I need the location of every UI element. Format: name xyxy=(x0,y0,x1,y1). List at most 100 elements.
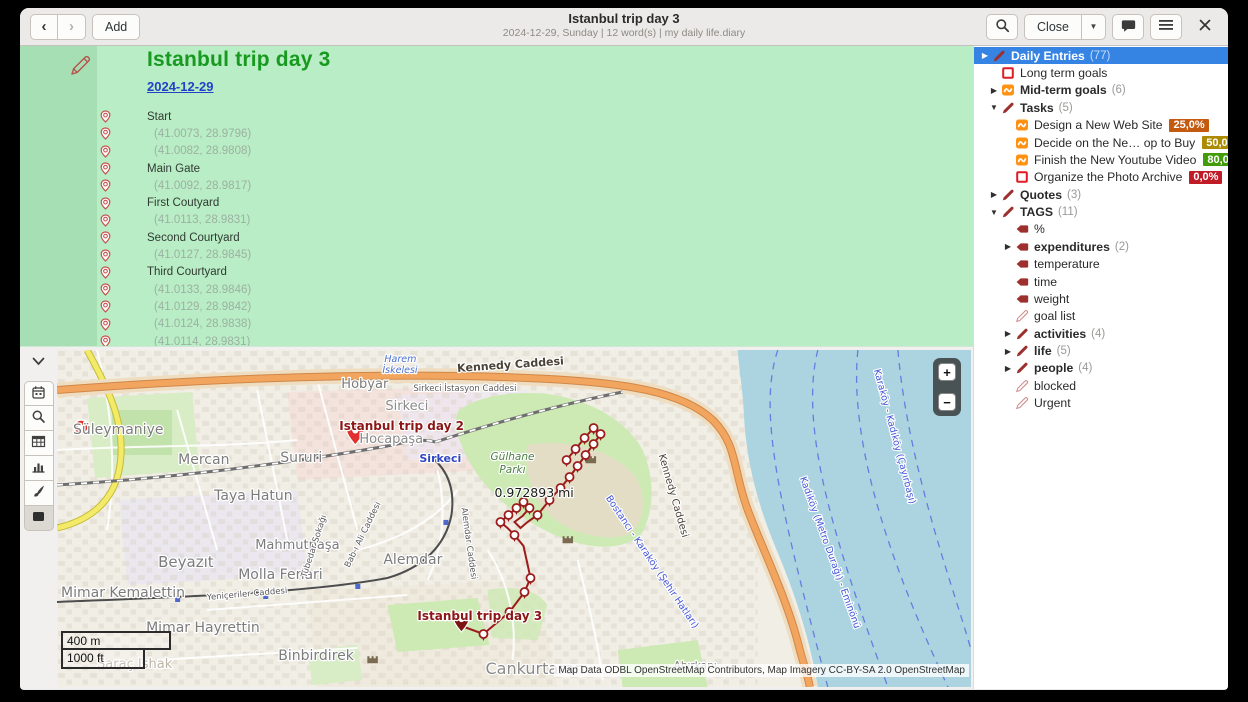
wave-icon xyxy=(1001,83,1016,97)
tag-icon xyxy=(1015,275,1030,289)
paint-icon xyxy=(31,484,46,502)
tree-item-label: Decide on the Ne… op to Buy xyxy=(1034,136,1195,150)
add-button[interactable]: Add xyxy=(92,14,140,40)
tree-item-label: Organize the Photo Archive xyxy=(1034,170,1182,184)
tree-item-tags[interactable]: ▼TAGS(11) xyxy=(983,203,1228,220)
entry-row[interactable]: (41.0113, 28.9831) xyxy=(100,212,965,229)
svg-text:Hocapaşa: Hocapaşa xyxy=(359,432,423,447)
tree-item-label: life xyxy=(1034,344,1052,358)
tree-item-finish-the-new-youtube-video[interactable]: Finish the New Youtube Video80,0% xyxy=(983,151,1228,168)
expander-icon[interactable]: ▶ xyxy=(987,86,1001,95)
tree-item-blocked[interactable]: blocked xyxy=(983,377,1228,394)
tree-item-time[interactable]: time xyxy=(983,273,1228,290)
collapse-panel-button[interactable] xyxy=(26,351,52,371)
entry-row[interactable]: (41.0124, 28.9838) xyxy=(100,316,965,333)
tree-item-design-a-new-web-site[interactable]: Design a New Web Site25,0% xyxy=(983,117,1228,134)
close-entry-button[interactable]: Close xyxy=(1024,14,1082,40)
entry-row[interactable]: (41.0082, 28.9808) xyxy=(100,143,965,160)
entry-row[interactable]: Start xyxy=(100,108,965,125)
pencil-icon xyxy=(1015,327,1030,341)
entry-text: (41.0133, 28.9846) xyxy=(154,284,251,296)
entry-list: Start(41.0073, 28.9796)(41.0082, 28.9808… xyxy=(100,108,965,347)
diary-editor[interactable]: Istanbul trip day 3 2024-12-29 Start(41.… xyxy=(20,46,973,347)
entry-row[interactable]: (41.0114, 28.9831) xyxy=(100,333,965,347)
expander-icon[interactable]: ▶ xyxy=(978,51,992,60)
tree-item-organize-the-photo-archive[interactable]: Organize the Photo Archive0,0% xyxy=(983,169,1228,186)
tree-item-mid-term-goals[interactable]: ▶Mid-term goals(6) xyxy=(983,82,1228,99)
item-count: (3) xyxy=(1067,189,1081,201)
item-count: (11) xyxy=(1058,206,1078,218)
tree-item-people[interactable]: ▶people(4) xyxy=(983,360,1228,377)
map-pin-icon xyxy=(100,179,111,192)
tree-item-tasks[interactable]: ▼Tasks(5) xyxy=(983,99,1228,116)
search-tool-button[interactable] xyxy=(24,406,54,431)
entry-row[interactable]: Second Courtyard xyxy=(100,229,965,246)
tree-item-decide-on-the-ne-op-to-buy[interactable]: Decide on the Ne… op to Buy 50,0% xyxy=(983,134,1228,151)
tree-item-urgent[interactable]: Urgent xyxy=(983,395,1228,412)
menu-button[interactable] xyxy=(1150,14,1182,40)
svg-text:Sirkeci: Sirkeci xyxy=(419,452,461,465)
tree-item-label: Quotes xyxy=(1020,188,1062,202)
zoom-out-button[interactable]: − xyxy=(938,393,956,411)
progress-badge: 50,0% xyxy=(1202,136,1228,149)
map-canvas[interactable]: Kennedy CaddesiHaremİskelesiHobyarSirkec… xyxy=(57,350,971,687)
tree-item-label: goal list xyxy=(1034,309,1075,323)
svg-text:Sururi: Sururi xyxy=(280,450,322,466)
bottom-panel: Kennedy CaddesiHaremİskelesiHobyarSirkec… xyxy=(20,347,973,689)
tree-item-[interactable]: % xyxy=(983,221,1228,238)
tree-item-label: weight xyxy=(1034,292,1069,306)
svg-text:Parkı: Parkı xyxy=(499,464,525,476)
tree-item-quotes[interactable]: ▶ Quotes (3) xyxy=(983,186,1228,203)
expander-icon[interactable]: ▶ xyxy=(1001,347,1015,356)
tag-icon xyxy=(1015,240,1030,254)
pencil-o-icon xyxy=(1015,379,1030,393)
tree-item-goal-list[interactable]: goal list xyxy=(983,308,1228,325)
entry-row[interactable]: (41.0127, 28.9845) xyxy=(100,246,965,263)
expander-icon[interactable]: ▶ xyxy=(987,190,1001,199)
calendar-tool-button[interactable] xyxy=(24,381,54,406)
tree-item-life[interactable]: ▶life(5) xyxy=(983,342,1228,359)
search-button[interactable] xyxy=(986,14,1018,40)
back-button[interactable]: ‹ xyxy=(30,14,58,40)
entry-row[interactable]: (41.0133, 28.9846) xyxy=(100,281,965,298)
expander-icon[interactable]: ▶ xyxy=(1001,364,1015,373)
table-tool-button[interactable] xyxy=(24,431,54,456)
map-attribution: Map Data ODBL OpenStreetMap Contributors… xyxy=(554,664,969,677)
svg-text:Hobyar: Hobyar xyxy=(341,377,389,392)
chevron-down-icon xyxy=(32,354,45,369)
chart-icon xyxy=(31,459,46,477)
window-close-button[interactable] xyxy=(1192,14,1218,40)
pencil-icon xyxy=(1001,205,1016,219)
pencil-o-icon xyxy=(1015,396,1030,410)
entry-row[interactable]: (41.0092, 28.9817) xyxy=(100,177,965,194)
expander-icon[interactable]: ▶ xyxy=(1001,242,1015,251)
tree-item-label: expenditures xyxy=(1034,240,1110,254)
svg-text:0.972893 mi: 0.972893 mi xyxy=(494,485,573,500)
entry-row[interactable]: First Coutyard xyxy=(100,194,965,211)
forward-button[interactable]: › xyxy=(58,14,86,40)
svg-text:Gülhane: Gülhane xyxy=(491,451,535,463)
tree-item-expenditures[interactable]: ▶expenditures(2) xyxy=(983,238,1228,255)
tag-bubble-button[interactable] xyxy=(1112,14,1144,40)
entry-row[interactable]: Third Courtyard xyxy=(100,264,965,281)
tree-item-temperature[interactable]: temperature xyxy=(983,256,1228,273)
close-dropdown-button[interactable]: ▼ xyxy=(1082,14,1106,40)
entry-row[interactable]: Main Gate xyxy=(100,160,965,177)
tree-item-daily-entries[interactable]: ▶Daily Entries(77) xyxy=(974,47,1228,64)
chart-tool-button[interactable] xyxy=(24,456,54,481)
diary-tree-panel: ▶Daily Entries(77)Long term goals▶Mid-te… xyxy=(973,46,1228,689)
expander-icon[interactable]: ▼ xyxy=(987,103,1001,112)
tree-item-label: Finish the New Youtube Video xyxy=(1034,153,1196,167)
tree-item-activities[interactable]: ▶activities(4) xyxy=(983,325,1228,342)
expander-icon[interactable]: ▼ xyxy=(987,208,1001,217)
paint-tool-button[interactable] xyxy=(24,481,54,506)
expander-icon[interactable]: ▶ xyxy=(1001,329,1015,338)
editor-gutter xyxy=(20,46,97,346)
tree-item-long-term-goals[interactable]: Long term goals xyxy=(983,64,1228,81)
zoom-in-button[interactable]: + xyxy=(938,363,956,381)
entry-row[interactable]: (41.0073, 28.9796) xyxy=(100,125,965,142)
tree-item-weight[interactable]: weight xyxy=(983,290,1228,307)
map-tool-button[interactable] xyxy=(24,506,54,531)
entry-date-link[interactable]: 2024-12-29 xyxy=(147,79,214,94)
entry-row[interactable]: (41.0129, 28.9842) xyxy=(100,298,965,315)
